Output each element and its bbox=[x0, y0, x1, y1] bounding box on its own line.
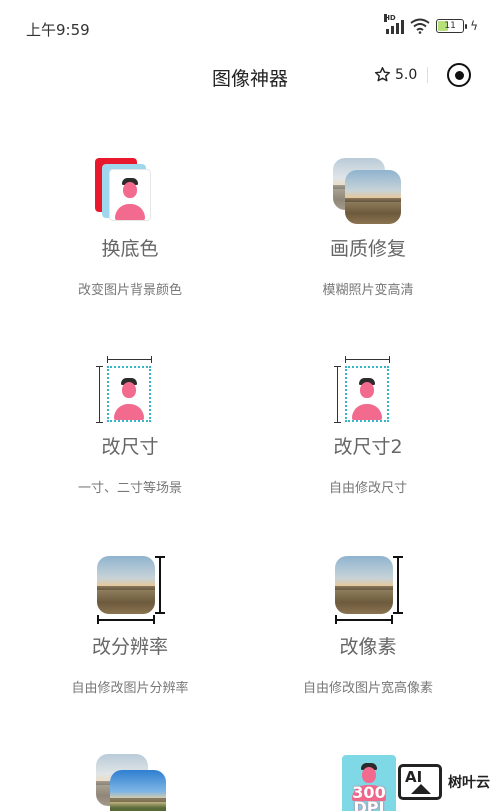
watermark-text: 树叶云 bbox=[448, 775, 490, 791]
tool-photo-partial[interactable] bbox=[96, 754, 166, 811]
rating-value: 5.0 bbox=[395, 66, 418, 83]
tool-description: 改变图片背景颜色 bbox=[77, 283, 182, 298]
tool-description: 自由修改图片分辨率 bbox=[71, 681, 189, 696]
clear-photo bbox=[345, 170, 401, 224]
tool-change-resolution[interactable]: 改分辨率 自由修改图片分辨率 bbox=[5, 556, 255, 696]
status-time: 上午9:59 bbox=[26, 21, 90, 39]
width-ruler bbox=[345, 359, 389, 360]
dpi-label: 300 DPI bbox=[352, 783, 386, 811]
tool-name: 改像素 bbox=[339, 636, 397, 658]
nav-bar: 图像神器 5.0 bbox=[0, 56, 500, 96]
watermark: AI 树叶云 bbox=[398, 764, 490, 800]
rating-button[interactable]: 5.0 bbox=[374, 66, 429, 83]
resize-icon bbox=[95, 356, 165, 426]
ai-logo-icon: AI bbox=[398, 764, 442, 800]
tool-change-background[interactable]: 换底色 改变图片背景颜色 bbox=[5, 158, 255, 298]
height-ruler bbox=[397, 556, 399, 614]
landscape-photo bbox=[97, 556, 155, 614]
height-ruler bbox=[159, 556, 161, 614]
tool-name: 改尺寸 bbox=[101, 436, 159, 458]
width-ruler bbox=[335, 619, 393, 621]
tool-name: 画质修复 bbox=[329, 238, 406, 260]
tool-name: 改分辨率 bbox=[91, 636, 168, 658]
portrait-frame bbox=[107, 366, 151, 422]
signal-icon: HD bbox=[384, 14, 405, 34]
height-ruler bbox=[337, 366, 338, 422]
resolution-icon bbox=[93, 556, 167, 626]
portrait-icon bbox=[110, 170, 150, 220]
tool-change-pixels[interactable]: 改像素 自由修改图片宽高像素 bbox=[243, 556, 493, 696]
clear-photo bbox=[110, 770, 166, 811]
tool-quality-restore[interactable]: 画质修复 模糊照片变高清 bbox=[243, 158, 493, 298]
battery-percent: 11 bbox=[444, 21, 456, 31]
height-ruler bbox=[99, 366, 100, 422]
status-bar: 上午9:59 HD 11 ϟ bbox=[0, 0, 500, 56]
target-icon[interactable] bbox=[447, 63, 471, 87]
width-ruler bbox=[107, 359, 151, 360]
network-type-label: HD bbox=[384, 14, 396, 22]
divider bbox=[427, 66, 429, 83]
tool-name: 改尺寸2 bbox=[333, 436, 403, 458]
width-ruler bbox=[97, 619, 155, 621]
tool-name: 换底色 bbox=[101, 238, 159, 260]
resize-2-icon bbox=[333, 356, 403, 426]
star-icon bbox=[374, 67, 391, 82]
status-icons: HD 11 ϟ bbox=[384, 14, 478, 34]
change-background-icon bbox=[95, 158, 165, 228]
ai-logo-text: AI bbox=[405, 768, 423, 786]
tool-description: 自由修改图片宽高像素 bbox=[302, 681, 433, 696]
tool-description: 自由修改尺寸 bbox=[328, 481, 407, 496]
portrait-frame bbox=[345, 366, 389, 422]
tool-description: 模糊照片变高清 bbox=[322, 283, 414, 298]
tool-dpi-partial[interactable]: 300 DPI bbox=[342, 755, 396, 811]
quality-restore-icon bbox=[333, 158, 403, 228]
tool-resize-2[interactable]: 改尺寸2 自由修改尺寸 bbox=[243, 356, 493, 496]
charging-icon: ϟ bbox=[470, 19, 478, 33]
battery-icon: 11 bbox=[436, 19, 468, 33]
pixels-icon bbox=[331, 556, 405, 626]
tool-resize[interactable]: 改尺寸 一寸、二寸等场景 bbox=[5, 356, 255, 496]
wifi-icon bbox=[410, 18, 430, 34]
landscape-photo bbox=[335, 556, 393, 614]
tool-description: 一寸、二寸等场景 bbox=[77, 481, 182, 496]
